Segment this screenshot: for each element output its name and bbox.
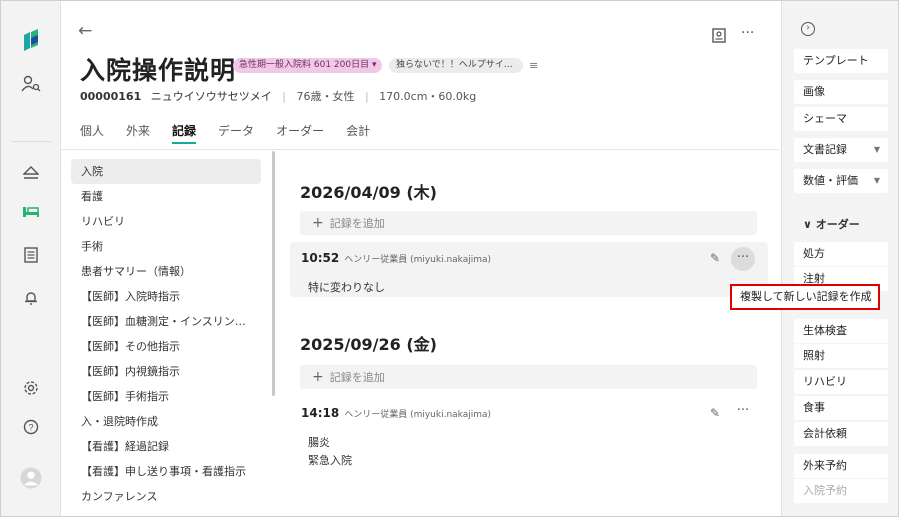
category-item[interactable]: 【医師】内視鏡指示 xyxy=(71,359,261,384)
template-button[interactable]: テンプレート xyxy=(794,49,888,73)
list-document-icon[interactable] xyxy=(20,244,42,266)
order-outpatient-booking-button[interactable]: 外来予約 xyxy=(794,454,888,478)
add-record-button[interactable]: + 記録を追加 xyxy=(300,211,757,235)
record-time: 10:52 ヘンリー従業員 (miyuki.nakajima) xyxy=(301,251,492,265)
record-text: 特に変わりなし xyxy=(308,281,385,294)
add-record-button[interactable]: + 記録を追加 xyxy=(300,365,757,389)
record-text: 緊急入院 xyxy=(308,454,352,467)
tab-data[interactable]: データ xyxy=(218,122,254,144)
value-evaluation-button[interactable]: 数値・評価 ▼ xyxy=(794,169,888,193)
gear-icon[interactable] xyxy=(20,377,42,399)
plus-icon: + xyxy=(312,215,324,231)
record-more-button[interactable]: ··· xyxy=(731,247,755,271)
page-title: 入院操作説明 xyxy=(80,56,237,85)
category-item[interactable]: 【医師】入院時指示 xyxy=(71,284,261,309)
patient-info: 00000161 ニュウイソウサセツメイ | 76歳・女性 | 170.0cm・… xyxy=(80,90,477,103)
order-irradiation-button[interactable]: 照射 xyxy=(794,344,888,368)
order-admission-booking-button: 入院予約 xyxy=(794,479,888,503)
note-badge[interactable]: 独らないで！！ヘルプサイ… xyxy=(389,58,523,73)
avatar[interactable] xyxy=(20,467,42,489)
tab-personal[interactable]: 個人 xyxy=(80,122,104,144)
edit-pencil-icon[interactable]: ✎ xyxy=(710,406,720,420)
category-item[interactable]: 患者サマリー（情報） xyxy=(71,259,261,284)
chevron-down-icon: ▼ xyxy=(873,176,880,185)
patient-kana: ニュウイソウサセツメイ xyxy=(150,90,272,103)
schema-button[interactable]: シェーマ xyxy=(794,107,888,131)
plus-icon: + xyxy=(312,369,324,385)
order-section-heading[interactable]: ∨ オーダー xyxy=(803,216,860,232)
patient-body: 170.0cm・60.0kg xyxy=(379,90,477,103)
category-item[interactable]: 【看護】申し送り事項・看護指示 xyxy=(71,459,261,484)
memo-lines-icon[interactable]: ≡ xyxy=(529,59,538,72)
left-rail: ? xyxy=(1,1,61,516)
category-item[interactable]: 手術 xyxy=(71,234,261,259)
category-item[interactable]: 【看護】経過記録 xyxy=(71,434,261,459)
tab-order[interactable]: オーダー xyxy=(276,122,324,144)
help-icon[interactable]: ? xyxy=(20,416,42,438)
category-item[interactable]: 入・退院時作成 xyxy=(71,409,261,434)
patient-age-sex: 76歳・女性 xyxy=(296,90,355,103)
edit-pencil-icon[interactable]: ✎ xyxy=(710,251,720,265)
record-author: ヘンリー従業員 (miyuki.nakajima) xyxy=(344,255,492,265)
record-date: 2026/04/09 (木) xyxy=(300,183,437,202)
record-entry[interactable]: 10:52 ヘンリー従業員 (miyuki.nakajima) ✎ ··· 特に変… xyxy=(290,242,768,297)
category-scrollbar[interactable] xyxy=(272,151,275,396)
category-item[interactable]: 入院 xyxy=(71,159,261,184)
bed-icon[interactable] xyxy=(20,201,42,223)
category-item[interactable]: 【医師】手術指示 xyxy=(71,384,261,409)
tab-billing[interactable]: 会計 xyxy=(346,122,370,144)
more-options-icon[interactable]: ··· xyxy=(741,25,754,41)
tab-records[interactable]: 記録 xyxy=(172,122,197,144)
order-prescription-button[interactable]: 処方 xyxy=(794,242,888,266)
chevron-down-icon: ▼ xyxy=(873,145,880,154)
document-record-button[interactable]: 文書記録 ▼ xyxy=(794,138,888,162)
record-text: 腸炎 xyxy=(308,436,330,449)
ward-status-badge[interactable]: 急性期一般入院料 601 200日目 ▾ xyxy=(233,58,383,73)
image-button[interactable]: 画像 xyxy=(794,80,888,104)
header-divider xyxy=(61,149,779,150)
tab-outpatient[interactable]: 外来 xyxy=(126,122,150,144)
app-logo-icon[interactable] xyxy=(20,29,42,51)
order-billing-request-button[interactable]: 会計依頼 xyxy=(794,422,888,446)
svg-text:?: ? xyxy=(28,423,33,433)
app-window: ? ← 入院操作説明 急性期一般入院料 601 200日目 ▾ 独らないで！！ヘ… xyxy=(0,0,899,517)
duplicate-record-menu-item[interactable]: 複製して新しい記録を作成 xyxy=(730,284,880,310)
back-arrow-icon[interactable]: ← xyxy=(78,21,92,41)
category-item[interactable]: リハビリ xyxy=(71,209,261,234)
right-panel: › テンプレート 画像 シェーマ 文書記録 ▼ 数値・評価 ▼ ∨ オーダー 処方 … xyxy=(781,1,898,516)
patient-id: 00000161 xyxy=(80,90,142,103)
category-item[interactable]: 【医師】その他指示 xyxy=(71,334,261,359)
record-category-list: 入院 看護 リハビリ 手術 患者サマリー（情報） 【医師】入院時指示 【医師】血… xyxy=(71,159,261,509)
record-more-button[interactable]: ··· xyxy=(731,400,755,424)
tab-bar: 個人 外来 記録 データ オーダー 会計 xyxy=(80,122,370,144)
order-rehab-button[interactable]: リハビリ xyxy=(794,370,888,394)
patient-search-icon[interactable] xyxy=(20,73,42,95)
category-item[interactable]: 看護 xyxy=(71,184,261,209)
chevron-right-circle-icon[interactable]: › xyxy=(801,22,815,36)
record-entry[interactable]: 14:18 ヘンリー従業員 (miyuki.nakajima) ✎ ··· 腸炎 … xyxy=(290,397,768,477)
record-date: 2025/09/26 (金) xyxy=(300,335,437,354)
rail-divider xyxy=(11,141,51,142)
record-time: 14:18 ヘンリー従業員 (miyuki.nakajima) xyxy=(301,406,492,420)
category-item[interactable]: 【医師】血糖測定・インスリン… xyxy=(71,309,261,334)
id-card-icon[interactable] xyxy=(712,28,726,47)
eject-icon[interactable] xyxy=(20,162,42,184)
order-physiological-test-button[interactable]: 生体検査 xyxy=(794,319,888,343)
record-author: ヘンリー従業員 (miyuki.nakajima) xyxy=(344,410,492,420)
order-meal-button[interactable]: 食事 xyxy=(794,396,888,420)
bell-icon[interactable] xyxy=(20,287,42,309)
category-item[interactable]: カンファレンス xyxy=(71,484,261,509)
